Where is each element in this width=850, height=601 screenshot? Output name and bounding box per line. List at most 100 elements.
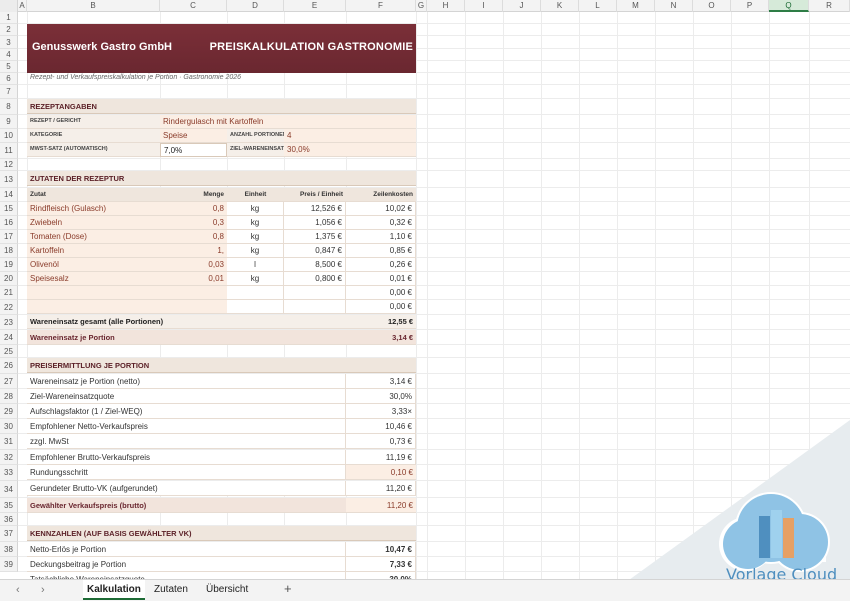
ingredient-qty[interactable]: 0,8 xyxy=(160,230,227,244)
ingredient-cost: 0,85 € xyxy=(346,244,416,258)
tab-uebersicht[interactable]: Übersicht xyxy=(202,580,252,600)
kpi-value: 30,0% xyxy=(346,572,416,579)
row-header-8[interactable]: 8 xyxy=(0,99,18,115)
row-header-21[interactable]: 21 xyxy=(0,286,18,300)
ingredient-qty[interactable]: 1, xyxy=(160,244,227,258)
ingredient-unit[interactable]: kg xyxy=(227,244,284,258)
next-sheet-icon[interactable]: › xyxy=(41,584,45,596)
row-header-7[interactable]: 7 xyxy=(0,85,18,99)
row-header-33[interactable]: 33 xyxy=(0,465,18,481)
column-header-k[interactable]: K xyxy=(541,0,579,12)
row-header-37[interactable]: 37 xyxy=(0,526,18,542)
ingredient-name[interactable]: Zwiebeln xyxy=(27,216,160,230)
row-header-12[interactable]: 12 xyxy=(0,159,18,171)
row-header-28[interactable]: 28 xyxy=(0,389,18,404)
row-header-23[interactable]: 23 xyxy=(0,315,18,330)
row-header-15[interactable]: 15 xyxy=(0,202,18,216)
column-header-m[interactable]: M xyxy=(617,0,655,12)
column-header-d[interactable]: D xyxy=(227,0,284,12)
row-header-9[interactable]: 9 xyxy=(0,115,18,129)
row-header-38[interactable]: 38 xyxy=(0,542,18,557)
row-header-26[interactable]: 26 xyxy=(0,358,18,374)
row-header-27[interactable]: 27 xyxy=(0,374,18,389)
row-header-10[interactable]: 10 xyxy=(0,129,18,143)
ingredient-unit[interactable]: kg xyxy=(227,230,284,244)
ingredient-name[interactable]: Kartoffeln xyxy=(27,244,160,258)
column-header-b[interactable]: B xyxy=(27,0,160,12)
row-header-11[interactable]: 11 xyxy=(0,143,18,159)
column-header-a[interactable]: A xyxy=(18,0,27,12)
column-header-c[interactable]: C xyxy=(160,0,227,12)
dish-input[interactable]: Rindergulasch mit Kartoffeln xyxy=(160,115,416,129)
chosen-price-input[interactable]: 11,20 € xyxy=(346,498,416,513)
title-banner: Genusswerk Gastro GmbH PREISKALKULATION … xyxy=(27,24,416,73)
row-header-24[interactable]: 24 xyxy=(0,330,18,345)
row-header-2[interactable]: 2 xyxy=(0,24,18,36)
column-header-l[interactable]: L xyxy=(579,0,617,12)
row-header-29[interactable]: 29 xyxy=(0,404,18,419)
ingredient-name[interactable]: Olivenöl xyxy=(27,258,160,272)
column-header-g[interactable]: G xyxy=(416,0,427,12)
row-header-17[interactable]: 17 xyxy=(0,230,18,244)
target-input[interactable]: 30,0% xyxy=(284,143,416,157)
row-header-6[interactable]: 6 xyxy=(0,73,18,85)
ingredient-name[interactable]: Rindfleisch (Gulasch) xyxy=(27,202,160,216)
row-header-19[interactable]: 19 xyxy=(0,258,18,272)
row-header-4[interactable]: 4 xyxy=(0,49,18,61)
ingredient-unit[interactable]: kg xyxy=(227,202,284,216)
column-header-n[interactable]: N xyxy=(655,0,693,12)
add-sheet-button[interactable]: + xyxy=(284,581,292,596)
column-header-q[interactable]: Q xyxy=(769,0,809,12)
row-header-30[interactable]: 30 xyxy=(0,419,18,434)
ingredient-name[interactable]: Tomaten (Dose) xyxy=(27,230,160,244)
tab-kalkulation[interactable]: Kalkulation xyxy=(83,580,145,600)
vat-value[interactable]: 7,0% xyxy=(160,143,227,157)
row-header-18[interactable]: 18 xyxy=(0,244,18,258)
ingredient-qty[interactable]: 0,3 xyxy=(160,216,227,230)
portions-input[interactable]: 4 xyxy=(284,129,416,143)
column-header-p[interactable]: P xyxy=(731,0,769,12)
row-header-20[interactable]: 20 xyxy=(0,272,18,286)
row-header-32[interactable]: 32 xyxy=(0,450,18,465)
ingredient-qty[interactable] xyxy=(160,300,227,314)
tab-zutaten[interactable]: Zutaten xyxy=(150,580,192,600)
column-header-r[interactable]: R xyxy=(809,0,850,12)
column-header-f[interactable]: F xyxy=(346,0,416,12)
ingredient-unit[interactable]: kg xyxy=(227,272,284,286)
ingredient-qty[interactable]: 0,03 xyxy=(160,258,227,272)
row-header-31[interactable]: 31 xyxy=(0,434,18,450)
column-header-j[interactable]: J xyxy=(503,0,541,12)
ingredient-qty[interactable]: 0,8 xyxy=(160,202,227,216)
ingredient-qty[interactable] xyxy=(160,286,227,300)
ingredient-name[interactable] xyxy=(27,300,160,314)
ingredient-unit[interactable]: kg xyxy=(227,216,284,230)
ingredient-price xyxy=(284,286,346,300)
ingredient-name[interactable]: Speisesalz xyxy=(27,272,160,286)
category-select[interactable]: Speise xyxy=(160,129,227,143)
row-header-35[interactable]: 35 xyxy=(0,498,18,513)
row-header-13[interactable]: 13 xyxy=(0,171,18,188)
prev-sheet-icon[interactable]: ‹ xyxy=(16,584,20,596)
ingredient-unit[interactable] xyxy=(227,300,284,314)
ingredient-name[interactable] xyxy=(27,286,160,300)
spreadsheet-grid[interactable]: A B C D E F G H I J K L M N O P Q R 1234… xyxy=(0,0,850,579)
column-header-i[interactable]: I xyxy=(465,0,503,12)
ingredient-unit[interactable] xyxy=(227,286,284,300)
pricing-value[interactable]: 0,10 € xyxy=(346,465,416,480)
column-header-h[interactable]: H xyxy=(427,0,465,12)
row-header-3[interactable]: 3 xyxy=(0,36,18,49)
ingredient-qty[interactable]: 0,01 xyxy=(160,272,227,286)
row-header-16[interactable]: 16 xyxy=(0,216,18,230)
row-header-1[interactable]: 1 xyxy=(0,12,18,24)
select-all-corner[interactable] xyxy=(0,0,18,12)
column-header-o[interactable]: O xyxy=(693,0,731,12)
row-header-39[interactable]: 39 xyxy=(0,557,18,572)
row-header-14[interactable]: 14 xyxy=(0,188,18,202)
row-header-36[interactable]: 36 xyxy=(0,513,18,526)
ingredient-unit[interactable]: l xyxy=(227,258,284,272)
row-header-5[interactable]: 5 xyxy=(0,61,18,73)
row-header-25[interactable]: 25 xyxy=(0,345,18,358)
row-header-22[interactable]: 22 xyxy=(0,300,18,315)
column-header-e[interactable]: E xyxy=(284,0,346,12)
row-header-34[interactable]: 34 xyxy=(0,481,18,498)
